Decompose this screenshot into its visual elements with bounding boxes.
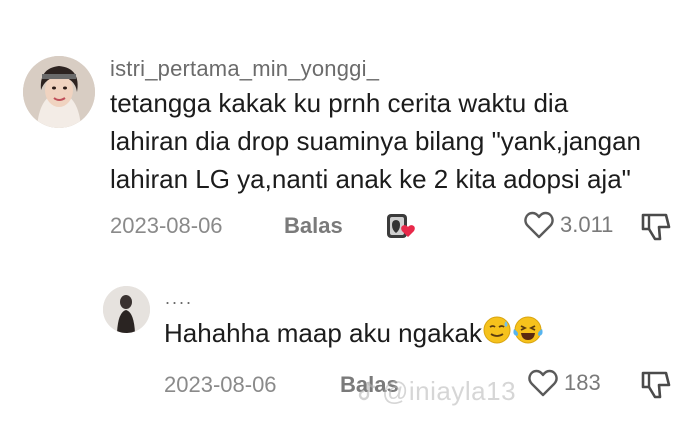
comment-date: 2023-08-06	[164, 372, 277, 397]
dislike-icon	[641, 213, 671, 241]
dislike-icon	[641, 371, 671, 399]
comment-date: 2023-08-06	[110, 213, 223, 238]
comment-text-line: lahiran LG ya,nanti anak ke 2 kita adops…	[110, 164, 631, 194]
comment-username[interactable]: ....	[165, 288, 193, 309]
comment-text: Hahahha maap aku ngakak	[164, 314, 544, 355]
avatar[interactable]	[103, 286, 150, 333]
creator-liked-icon	[384, 210, 418, 244]
comment-text: tetangga kakak ku prnh cerita waktu dia …	[110, 84, 641, 198]
laugh-cry-emoji	[512, 315, 544, 355]
heart-outline-icon	[528, 369, 558, 397]
like-count: 3.011	[560, 212, 614, 237]
heart-outline-icon	[524, 211, 554, 239]
comment-text-line: lahiran dia drop suaminya bilang "yank,j…	[110, 126, 642, 156]
sweat-smile-emoji	[482, 315, 512, 355]
dislike-button[interactable]	[640, 212, 672, 247]
reply-button[interactable]: Balas	[284, 213, 343, 239]
like-button[interactable]: 183	[528, 369, 601, 397]
like-button[interactable]: 3.011	[524, 211, 613, 239]
like-count: 183	[564, 370, 601, 395]
watermark: @iniayla13	[356, 376, 516, 407]
comment-text-line: tetangga kakak ku prnh cerita waktu dia	[110, 88, 569, 118]
dislike-button[interactable]	[640, 370, 672, 405]
tiktok-icon	[358, 381, 376, 400]
avatar[interactable]	[23, 56, 95, 128]
comment-username[interactable]: istri_pertama_min_yonggi_	[110, 56, 379, 82]
comment-text-line: Hahahha maap aku ngakak	[164, 318, 483, 348]
watermark-text: @iniayla13	[382, 376, 517, 406]
